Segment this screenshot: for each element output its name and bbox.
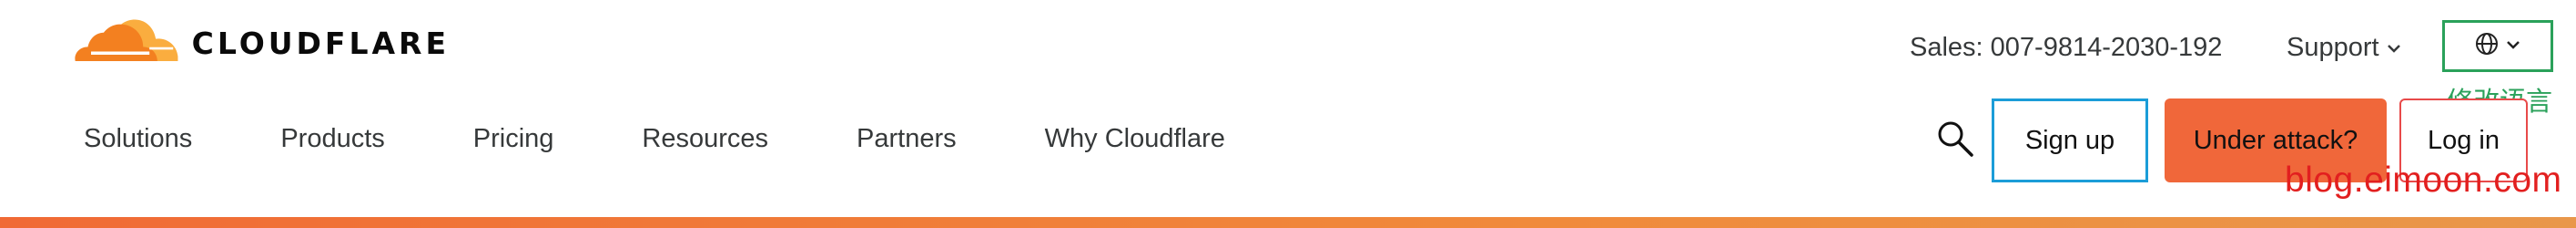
nav-item-pricing[interactable]: Pricing xyxy=(473,124,554,154)
watermark: blog.eimoon.com xyxy=(2285,161,2562,200)
sign-up-button[interactable]: Sign up xyxy=(1992,98,2148,182)
brand-name: CLOUDFLARE xyxy=(191,25,450,61)
nav-item-solutions[interactable]: Solutions xyxy=(84,124,192,154)
chevron-down-icon xyxy=(2387,43,2401,54)
globe-icon xyxy=(2475,32,2499,60)
cloudflare-cloud-logo-icon xyxy=(75,19,178,61)
sales-phone[interactable]: Sales: 007-9814-2030-192 xyxy=(1910,33,2222,63)
nav-item-partners[interactable]: Partners xyxy=(857,124,957,154)
search-icon[interactable] xyxy=(1935,119,1975,159)
nav-item-why-cloudflare[interactable]: Why Cloudflare xyxy=(1045,124,1225,154)
chevron-down-icon xyxy=(2506,38,2520,55)
language-selector[interactable] xyxy=(2442,20,2553,72)
accent-bar xyxy=(0,217,2576,228)
nav-item-resources[interactable]: Resources xyxy=(642,124,768,154)
support-menu[interactable]: Support xyxy=(2287,33,2401,63)
cloudflare-logo[interactable]: CLOUDFLARE xyxy=(67,13,450,73)
nav-item-products[interactable]: Products xyxy=(280,124,384,154)
main-nav: Solutions Products Pricing Resources Par… xyxy=(84,124,1313,154)
support-label: Support xyxy=(2287,33,2379,62)
